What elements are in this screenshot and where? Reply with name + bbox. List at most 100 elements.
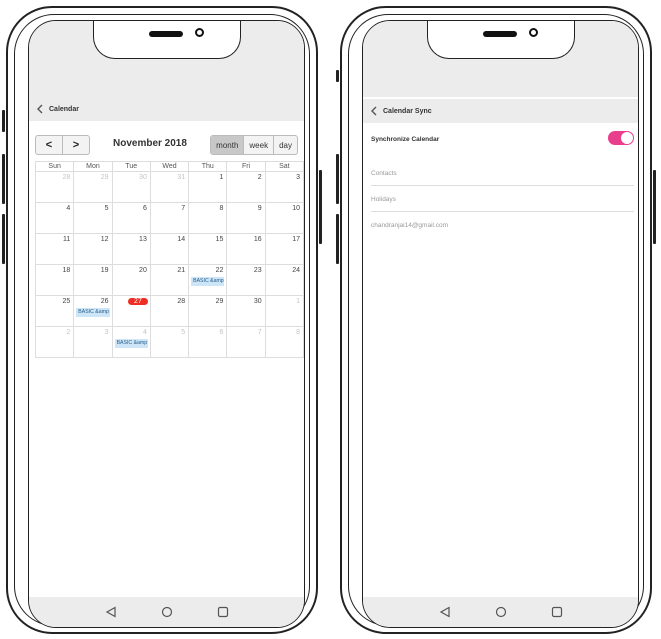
day-cell[interactable]: 30 (226, 295, 266, 327)
event-chip[interactable]: BASIC &amp (114, 339, 148, 348)
day-cell[interactable]: 13 (111, 233, 151, 265)
day-cell[interactable]: 2 (34, 326, 75, 358)
day-cell[interactable]: 20 (111, 264, 151, 296)
circle-home-icon[interactable] (161, 606, 173, 618)
sync-item-label: Holidays (371, 195, 396, 203)
day-number: 7 (257, 329, 262, 336)
app-bar: Calendar (29, 97, 304, 121)
month-nav: < > (35, 135, 90, 155)
sync-toggle[interactable] (608, 131, 634, 145)
day-number: 15 (215, 236, 224, 243)
week-row: 28 29 30 31 1 2 3 (34, 171, 304, 203)
day-cell[interactable]: 10 (264, 202, 304, 234)
day-number: 23 (253, 267, 262, 274)
day-number: 16 (253, 236, 262, 243)
day-number: 14 (177, 236, 186, 243)
system-nav-bar (29, 597, 304, 627)
day-cell[interactable]: 25 (34, 295, 75, 327)
day-cell[interactable]: 3 (264, 171, 304, 203)
prev-month-button[interactable]: < (36, 136, 62, 154)
day-cell[interactable]: 8 (188, 202, 228, 234)
day-cell[interactable]: 6 (188, 326, 228, 358)
weekday-header-row: Sun Mon Tue Wed Thu Fri Sat (34, 161, 304, 172)
system-nav-bar (363, 597, 638, 627)
day-cell[interactable]: 12 (73, 233, 113, 265)
square-recents-icon[interactable] (551, 606, 563, 618)
day-cell[interactable]: 27 (111, 295, 151, 327)
month-view-button[interactable]: month (211, 136, 244, 154)
day-number: 7 (181, 205, 186, 212)
day-cell[interactable]: 4 (34, 202, 75, 234)
weeks-body: 28 29 30 31 1 2 3 4 5 6 7 8 9 10 11 12 13 14 15 16 17 18 19 20 2… (34, 171, 304, 358)
day-view-button[interactable]: day (273, 136, 297, 154)
week-row: 18 19 20 21 22 BASIC &amp 23 24 (34, 264, 304, 296)
triangle-back-icon[interactable] (439, 606, 451, 618)
day-cell[interactable]: 7 (226, 326, 266, 358)
side-button (336, 214, 339, 264)
day-cell[interactable]: 1 (264, 295, 304, 327)
calendar-screen: Calendar < > November 2018 month week da… (28, 20, 305, 628)
day-cell[interactable]: 1 (188, 171, 228, 203)
chevron-left-icon[interactable] (35, 104, 45, 114)
view-switcher: month week day (210, 135, 298, 155)
day-number: 4 (66, 205, 71, 212)
side-button (336, 70, 339, 82)
day-cell[interactable]: 7 (149, 202, 190, 234)
day-cell[interactable]: 16 (226, 233, 266, 265)
page-title: Calendar Sync (383, 107, 432, 115)
sync-item-holidays[interactable]: Holidays (371, 187, 634, 212)
day-cell[interactable]: 29 (73, 171, 113, 203)
next-month-button[interactable]: > (62, 136, 89, 154)
month-grid: Sun Mon Tue Wed Thu Fri Sat 28 29 30 31 1 2 3 4 5 6 7 8 9 1… (34, 161, 304, 358)
day-cell[interactable]: 11 (34, 233, 75, 265)
day-cell[interactable]: 3 (73, 326, 113, 358)
day-cell[interactable]: 8 (264, 326, 304, 358)
camera-icon (529, 28, 538, 37)
day-number: 29 (100, 174, 109, 181)
day-cell[interactable]: 23 (226, 264, 266, 296)
sync-item-label: chandranjai14@gmail.com (371, 221, 449, 229)
day-cell[interactable]: 26 BASIC &amp (73, 295, 113, 327)
day-number: 9 (257, 205, 262, 212)
day-cell[interactable]: 4 BASIC &amp (111, 326, 151, 358)
day-cell[interactable]: 21 (149, 264, 190, 296)
chevron-left-icon[interactable] (369, 106, 379, 116)
camera-icon (195, 28, 204, 37)
event-chip[interactable]: BASIC &amp (76, 308, 110, 317)
sync-item-account[interactable]: chandranjai14@gmail.com (371, 213, 634, 237)
day-cell[interactable]: 29 (188, 295, 228, 327)
weekday-header: Thu (188, 161, 228, 172)
day-cell[interactable]: 5 (149, 326, 190, 358)
day-cell[interactable]: 15 (188, 233, 228, 265)
week-view-button[interactable]: week (243, 136, 273, 154)
day-number: 3 (296, 174, 300, 181)
day-cell[interactable]: 17 (264, 233, 304, 265)
triangle-back-icon[interactable] (105, 606, 117, 618)
side-button (2, 154, 5, 204)
sync-calendar-label: Synchronize Calendar (371, 135, 440, 143)
day-number: 8 (219, 205, 224, 212)
day-cell[interactable]: 9 (226, 202, 266, 234)
circle-home-icon[interactable] (495, 606, 507, 618)
day-cell[interactable]: 19 (73, 264, 113, 296)
week-row: 25 26 BASIC &amp 27 28 29 30 1 (34, 295, 304, 327)
square-recents-icon[interactable] (217, 606, 229, 618)
day-cell[interactable]: 5 (73, 202, 113, 234)
day-cell[interactable]: 31 (149, 171, 190, 203)
right-phone: Calendar Sync Synchronize Calendar Conta… (336, 6, 656, 634)
sync-item-contacts[interactable]: Contacts (371, 161, 634, 186)
day-cell[interactable]: 28 (149, 295, 190, 327)
day-cell[interactable]: 2 (226, 171, 266, 203)
day-cell[interactable]: 30 (111, 171, 151, 203)
event-chip[interactable]: BASIC &amp (191, 277, 225, 286)
day-cell[interactable]: 14 (149, 233, 190, 265)
day-number: 10 (292, 205, 300, 212)
day-cell[interactable]: 6 (111, 202, 151, 234)
day-cell[interactable]: 28 (34, 171, 75, 203)
day-cell[interactable]: 24 (264, 264, 304, 296)
day-cell[interactable]: 22 BASIC &amp (188, 264, 228, 296)
day-number: 2 (66, 329, 71, 336)
side-button (336, 154, 339, 204)
speaker-icon (483, 31, 517, 37)
day-cell[interactable]: 18 (34, 264, 75, 296)
